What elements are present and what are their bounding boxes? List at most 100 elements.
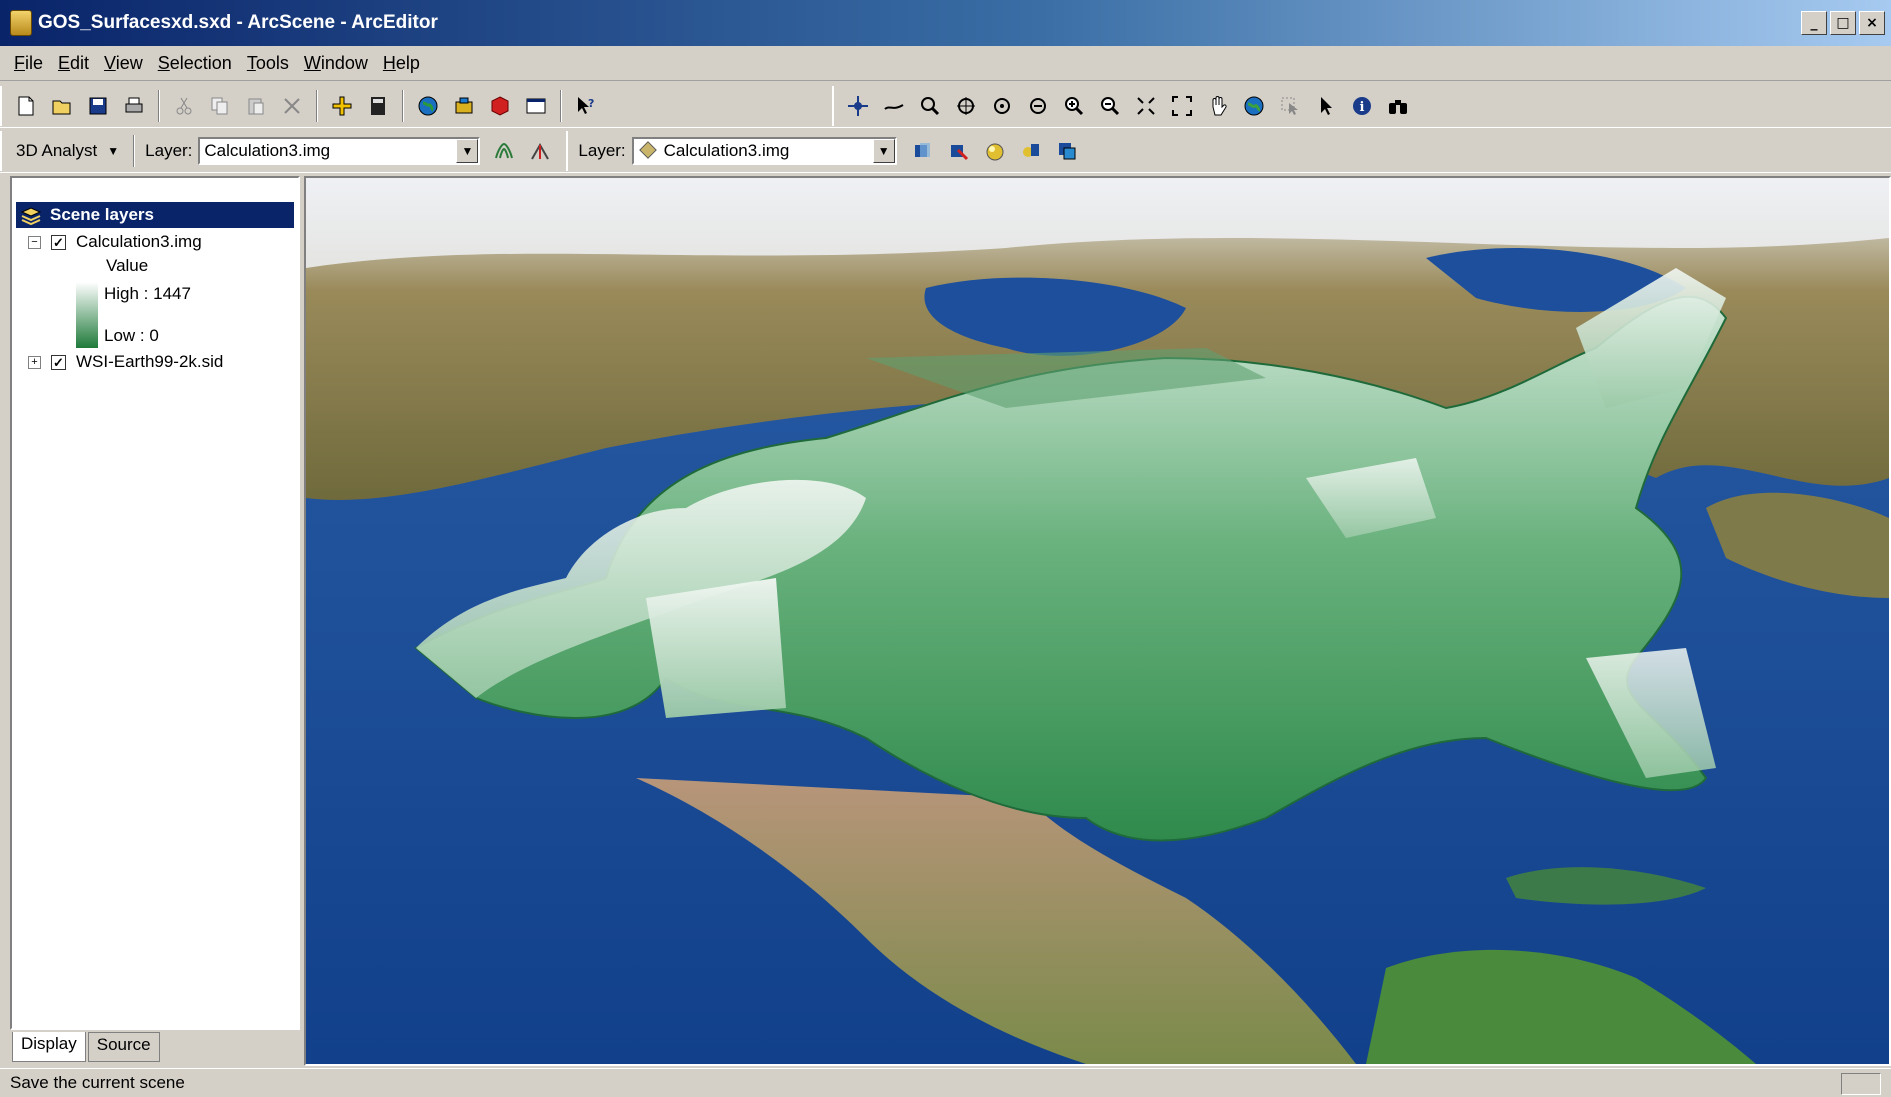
tab-display[interactable]: Display <box>12 1032 86 1062</box>
menu-window[interactable]: Window <box>304 53 368 74</box>
zoom-out-button[interactable] <box>1094 90 1126 122</box>
observer-icon <box>994 97 1010 114</box>
zoom-to-target-button[interactable] <box>914 90 946 122</box>
zoom-target-icon <box>921 96 940 115</box>
fly-icon <box>884 103 904 110</box>
tab-source[interactable]: Source <box>87 1032 160 1062</box>
effects-layer-label: Layer: <box>578 140 626 160</box>
whats-this-button[interactable]: ? <box>570 90 602 122</box>
globe-button[interactable] <box>412 90 444 122</box>
lighting-icon <box>950 144 968 160</box>
effects-layer-select[interactable]: Calculation3.img ▼ <box>631 136 897 165</box>
steepest-path-button[interactable] <box>524 135 556 167</box>
chevron-down-icon[interactable]: ▼ <box>872 138 895 163</box>
3d-analyst-toolbar-group: 3D Analyst ▼ Layer: Calculation3.img ▼ <box>0 130 558 171</box>
layer-row-wsi-earth[interactable]: + ✓ WSI-Earth99-2k.sid <box>12 350 298 374</box>
center-on-target-button[interactable] <box>950 90 982 122</box>
chevron-down-icon: ▼ <box>107 143 120 158</box>
cut-button[interactable] <box>168 90 200 122</box>
select-features-button[interactable] <box>1274 90 1306 122</box>
scene-viewer[interactable] <box>304 176 1891 1066</box>
command-line-button[interactable] <box>520 90 552 122</box>
depth-priority-button[interactable] <box>1051 135 1083 167</box>
layer-name: WSI-Earth99-2k.sid <box>76 352 224 371</box>
menu-edit[interactable]: Edit <box>58 53 89 74</box>
open-folder-icon <box>52 100 71 114</box>
toolbox-button[interactable] <box>448 90 480 122</box>
arcscene-app-icon[interactable] <box>10 10 32 36</box>
zoom-to-layer-button[interactable] <box>1166 90 1198 122</box>
layer-lighting-button[interactable] <box>943 135 975 167</box>
menu-view[interactable]: View <box>104 53 143 74</box>
contour-button[interactable] <box>488 135 520 167</box>
collapse-icon[interactable]: − <box>28 235 41 249</box>
toolbar-separator <box>402 89 404 122</box>
fly-button[interactable] <box>878 90 910 122</box>
layer-transparency-button[interactable] <box>907 135 939 167</box>
new-button[interactable] <box>10 90 42 122</box>
calculator-button[interactable] <box>362 90 394 122</box>
paste-button[interactable] <box>240 90 272 122</box>
layer-visibility-checkbox[interactable]: ✓ <box>51 354 66 370</box>
narrow-fov-button[interactable] <box>1022 90 1054 122</box>
save-button[interactable] <box>82 90 114 122</box>
full-globe-button[interactable] <box>1238 90 1270 122</box>
expand-icon[interactable]: + <box>28 355 41 369</box>
face-culling-button[interactable] <box>1015 135 1047 167</box>
legend-low-label: Low : 0 <box>104 326 159 345</box>
copy-icon <box>211 97 228 114</box>
select-elements-button[interactable] <box>1310 90 1342 122</box>
full-extent-button[interactable] <box>1130 90 1162 122</box>
svg-text:?: ? <box>588 97 594 110</box>
add-data-plus-icon <box>332 96 352 115</box>
zoom-in-button[interactable] <box>1058 90 1090 122</box>
minimize-button[interactable]: _ <box>1801 11 1827 35</box>
tools-toolbar-group: i <box>832 85 1416 126</box>
layer-row-calculation3[interactable]: − ✓ Calculation3.img <box>12 230 298 254</box>
toc-tabs: Display Source <box>12 1032 162 1062</box>
transparency-cube-icon <box>914 142 930 157</box>
chevron-down-icon[interactable]: ▼ <box>456 138 479 163</box>
maximize-button[interactable]: □ <box>1830 11 1856 35</box>
face-culling-icon <box>1022 143 1039 157</box>
menu-selection[interactable]: Selection <box>158 53 232 74</box>
steepest-path-icon <box>531 142 550 159</box>
pan-button[interactable] <box>1202 90 1234 122</box>
status-message: Save the current scene <box>10 1073 185 1092</box>
add-data-button[interactable] <box>326 90 358 122</box>
title-bar: GOS_Surfacesxd.sxd - ArcScene - ArcEdito… <box>0 0 1891 46</box>
menu-file[interactable]: File <box>14 53 43 74</box>
analyst-layer-label: Layer: <box>145 140 193 160</box>
print-button[interactable] <box>118 90 150 122</box>
analyst-layer-select[interactable]: Calculation3.img ▼ <box>198 136 481 165</box>
color-ramp[interactable] <box>76 282 98 348</box>
toolbox-icon <box>455 97 473 113</box>
scene-layers-root[interactable]: Scene layers <box>16 202 294 228</box>
shading-button[interactable] <box>979 135 1011 167</box>
shading-sphere-icon <box>986 143 1004 160</box>
open-button[interactable] <box>46 90 78 122</box>
identify-button[interactable]: i <box>1346 90 1378 122</box>
menu-help[interactable]: Help <box>383 53 420 74</box>
copy-button[interactable] <box>204 90 236 122</box>
model-builder-button[interactable] <box>484 90 516 122</box>
3d-analyst-menu[interactable]: 3D Analyst ▼ <box>8 136 127 166</box>
layer-tree: Scene layers − ✓ Calculation3.img Value … <box>12 200 298 1030</box>
layer-visibility-checkbox[interactable]: ✓ <box>51 234 66 250</box>
3d-effects-toolbar-group: Layer: Calculation3.img ▼ <box>566 130 1084 171</box>
find-button[interactable] <box>1382 90 1414 122</box>
navigate-icon <box>848 95 868 116</box>
menu-tools[interactable]: Tools <box>247 53 289 74</box>
3d-scene-canvas[interactable] <box>306 178 1889 1064</box>
delete-x-icon <box>284 97 300 114</box>
set-observer-button[interactable] <box>986 90 1018 122</box>
red-cube-icon <box>491 95 509 116</box>
delete-button[interactable] <box>276 90 308 122</box>
close-button[interactable]: × <box>1859 11 1885 35</box>
crosshair-icon <box>957 96 975 115</box>
navigate-button[interactable] <box>842 90 874 122</box>
full-extent-icon <box>1137 96 1155 115</box>
3d-analyst-label: 3D Analyst <box>16 140 98 160</box>
standard-toolbar-group: ? <box>0 85 604 126</box>
resize-grip[interactable] <box>1841 1073 1881 1095</box>
